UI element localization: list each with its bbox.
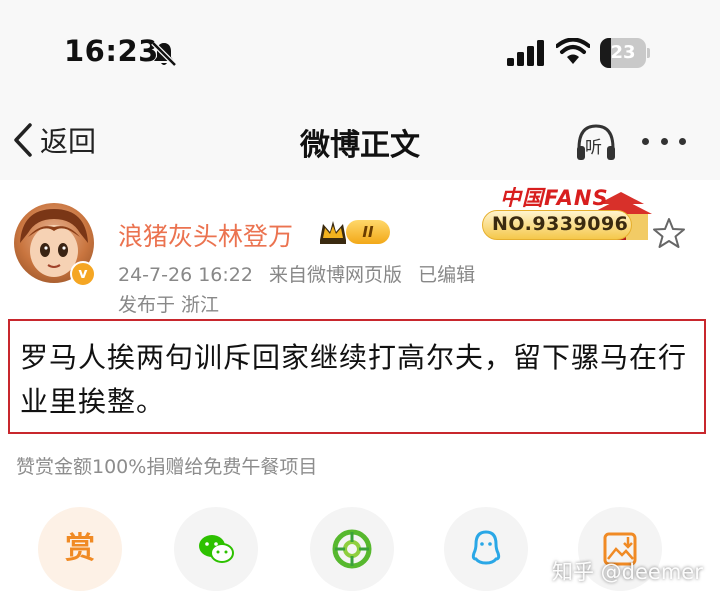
post-timestamp: 24-7-26 16:22 <box>118 264 253 286</box>
moments-share-button[interactable] <box>310 507 394 591</box>
nav-bar: 返回 微博正文 听 <box>0 100 720 180</box>
member-badge[interactable]: II <box>318 218 392 246</box>
post-body: 罗马人挨两句训斥回家继续打高尔夫，留下骡马在行业里挨整。 <box>20 341 688 418</box>
post-location: 发布于 浙江 <box>118 294 220 316</box>
post-source: 来自微博网页版 <box>269 264 403 286</box>
post-card: v 浪猪灰头林登万 II 24-7-26 16:22 来自微博网页版 已编辑 发… <box>0 180 720 597</box>
listen-button[interactable]: 听 <box>574 120 618 164</box>
bell-slash-icon <box>151 41 177 67</box>
watermark: 知乎 @deemer <box>552 560 703 584</box>
post-edited[interactable]: 已编辑 <box>418 264 475 286</box>
qq-icon <box>471 530 501 565</box>
signal-icon <box>507 40 544 66</box>
more-icon[interactable] <box>642 136 686 146</box>
moments-icon <box>332 529 372 569</box>
wifi-icon <box>556 38 590 64</box>
status-time: 16:23 <box>64 34 159 68</box>
battery-level: 23 <box>610 42 636 63</box>
wechat-icon <box>199 535 234 563</box>
wechat-share-button[interactable] <box>174 507 258 591</box>
battery-icon: 23 <box>600 38 650 68</box>
fans-badge-number: NO.9339096 <box>492 213 629 235</box>
reward-label: 赏 <box>65 531 95 566</box>
crown-icon <box>320 221 346 244</box>
author-name[interactable]: 浪猪灰头林登万 <box>118 217 293 253</box>
star-icon[interactable] <box>652 216 686 250</box>
reward-button[interactable]: 赏 <box>38 507 122 591</box>
post-text-highlight: 罗马人挨两句训斥回家继续打高尔夫，留下骡马在行业里挨整。 <box>8 319 706 434</box>
listen-label: 听 <box>585 138 602 158</box>
fans-badge-title: 中国FANS <box>500 186 609 210</box>
qq-share-button[interactable] <box>444 507 528 591</box>
verified-badge: v <box>70 261 96 287</box>
member-level: II <box>346 220 390 244</box>
reward-note: 赞赏金额100%捐赠给免费午餐项目 <box>16 456 318 478</box>
post-meta: 24-7-26 16:22 来自微博网页版 已编辑 <box>118 260 485 287</box>
status-bar: 16:23 23 <box>0 0 720 100</box>
fans-badge[interactable]: 中国FANS NO.9339096 <box>476 180 658 248</box>
